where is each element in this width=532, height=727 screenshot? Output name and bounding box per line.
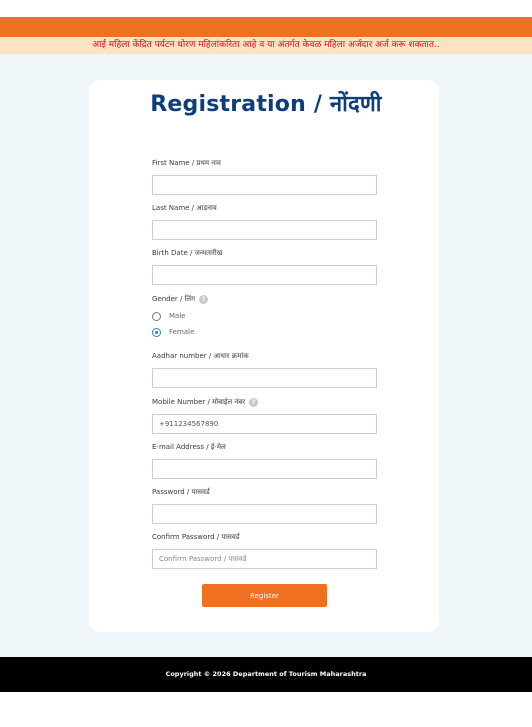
birth-date-input[interactable] bbox=[152, 265, 377, 285]
gender-label-row: Gender / लिंग? bbox=[152, 294, 209, 304]
confirm-password-label: Confirm Password / पासवर्ड bbox=[152, 533, 240, 541]
mobile-label: Mobile Number / मोबाईल नंबर bbox=[152, 398, 246, 406]
first-name-label: First Name / प्रथम नाव bbox=[152, 159, 221, 167]
radio-female[interactable] bbox=[152, 327, 161, 337]
email-label: E-mail Address / ई-मेल bbox=[152, 443, 226, 451]
help-icon[interactable]: ? bbox=[249, 397, 259, 407]
page-title: Registration / नोंदणी bbox=[150, 92, 382, 117]
last-name-input[interactable] bbox=[152, 220, 377, 240]
help-icon[interactable]: ? bbox=[199, 294, 209, 304]
first-name-input[interactable] bbox=[152, 175, 377, 195]
gender-option-label: Male bbox=[169, 312, 186, 320]
footer-copyright: Copyright © 2026 Department of Tourism M… bbox=[0, 657, 532, 692]
password-label: Password / पासवर्ड bbox=[152, 488, 210, 496]
gender-option-label: Female bbox=[169, 328, 195, 336]
radio-male[interactable] bbox=[152, 311, 161, 321]
mobile-label-row: Mobile Number / मोबाईल नंबर? bbox=[152, 397, 259, 407]
gender-label: Gender / लिंग bbox=[152, 295, 196, 303]
confirm-password-input[interactable] bbox=[152, 549, 377, 569]
gender-option-female[interactable]: Female bbox=[152, 326, 194, 338]
top-orange-bar bbox=[0, 17, 532, 37]
gender-option-male[interactable]: Male bbox=[152, 310, 186, 322]
aadhar-input[interactable] bbox=[152, 368, 377, 388]
birth-date-label: Birth Date / जन्मतारीख bbox=[152, 249, 223, 257]
aadhar-label: Aadhar number / आधार क्रमांक bbox=[152, 352, 249, 360]
notice-banner: आई महिला केंद्रित पर्यटन धोरण महिलांकरित… bbox=[0, 37, 532, 54]
last-name-label: Last Name / आडनाव bbox=[152, 204, 217, 212]
email-input[interactable] bbox=[152, 459, 377, 479]
mobile-input[interactable] bbox=[152, 414, 377, 434]
register-button[interactable]: Register bbox=[202, 584, 327, 607]
password-input[interactable] bbox=[152, 504, 377, 524]
